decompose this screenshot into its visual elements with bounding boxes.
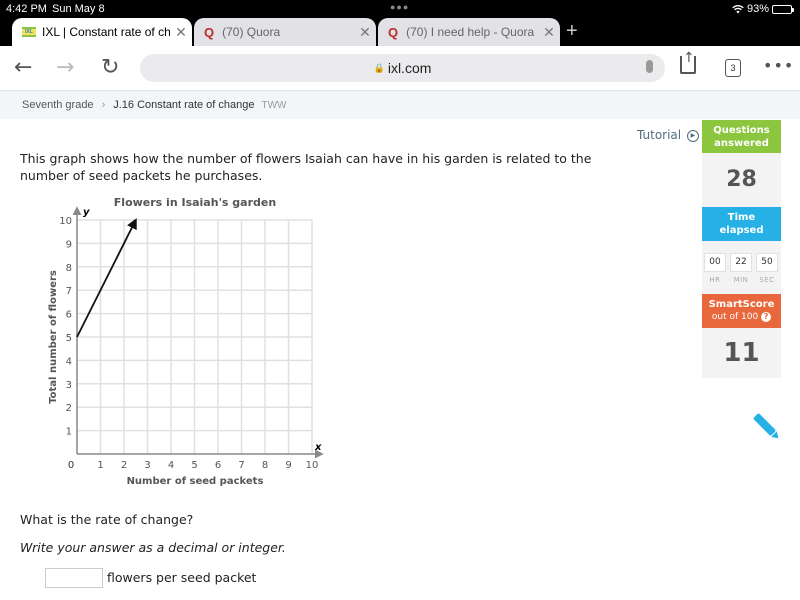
timer-seconds-label: SEC [759,276,775,284]
lock-icon: 🔒 [373,62,385,73]
timer-hours: 00 [704,253,726,272]
breadcrumb-skill: J.16 Constant rate of change [113,99,255,111]
close-tab-icon[interactable]: ✕ [170,24,192,41]
y-tick-label: 7 [66,286,72,297]
questions-answered-header: Questions answered [702,120,781,153]
smartscore-header: SmartScore out of 100 ? [702,294,781,328]
x-tick-label: 9 [285,460,291,471]
x-tick-label: 4 [168,460,174,471]
new-tab-button[interactable]: + [566,20,578,43]
tab-title: IXL | Constant rate of cha [42,25,170,39]
tab-bar: IXL IXL | Constant rate of cha ✕ Q (70) … [0,18,800,46]
x-tick-label: 10 [306,460,319,471]
x-tick-label: 7 [238,460,244,471]
multitask-dots-icon[interactable]: ●●● [390,2,409,12]
y-tick-label: 5 [66,333,72,344]
series-line-flowers [76,218,137,338]
y-tick-label: 3 [66,380,72,391]
help-icon[interactable]: ? [761,312,772,322]
battery-icon [772,4,794,14]
y-tick-label: 8 [66,263,72,274]
url-text: ixl.com [387,60,432,76]
answer-unit: flowers per seed packet [107,570,257,585]
breadcrumb: Seventh grade › J.16 Constant rate of ch… [0,91,800,119]
x-axis-label: Number of seed packets [127,476,264,487]
questions-answered-count: 28 [702,153,781,207]
question-text: This graph shows how the number of flowe… [20,151,592,183]
reload-button[interactable]: ↻ [101,55,119,80]
smartscore-label: SmartScore [708,299,775,310]
forward-button[interactable]: → [56,55,74,80]
share-button[interactable] [680,56,696,74]
ixl-favicon-icon: IXL [22,27,36,37]
tab-ixl[interactable]: IXL IXL | Constant rate of cha ✕ [12,18,192,46]
x-tick-label: 3 [144,460,150,471]
close-tab-icon[interactable]: ✕ [538,24,560,41]
tab-quora[interactable]: Q (70) Quora ✕ [194,18,376,46]
origin-label: 0 [68,460,74,471]
quora-favicon-icon: Q [204,24,215,40]
chart-title: Flowers in Isaiah's garden [114,196,276,209]
y-tick-label: 6 [66,310,72,321]
back-button[interactable]: ← [14,55,32,80]
y-tick-label: 4 [66,356,72,367]
timer: 00 22 50 HR MIN SEC [702,241,781,294]
status-date: Sun May 8 [52,3,105,15]
x-tick-label: 5 [191,460,197,471]
x-axis-letter: x [314,442,322,453]
tab-title: (70) I need help - Quora [406,25,535,39]
x-tick-label: 8 [262,460,268,471]
tab-quora-help[interactable]: Q (70) I need help - Quora ✕ [378,18,560,46]
chevron-right-icon: › [101,99,106,111]
tutorial-link[interactable]: Tutorial ▶ [637,128,699,142]
quora-favicon-icon: Q [388,24,399,40]
y-tick-label: 10 [59,216,72,227]
status-time: 4:42 PM [6,3,47,15]
answer-input[interactable] [45,568,103,588]
y-tick-label: 9 [66,239,72,250]
x-tick-label: 6 [215,460,221,471]
line-chart: Flowers in Isaiah's garden 1 2 3 4 5 6 7 8 9 10 1 2… [48,196,324,487]
time-elapsed-label: Time [727,212,756,223]
x-tick-label: 1 [97,460,103,471]
timer-minutes: 22 [730,253,752,272]
tab-count-button[interactable]: 3 [725,59,741,77]
status-bar: 4:42 PM Sun May 8 ●●● 93% [0,0,800,18]
battery-percent: 93% [746,3,769,15]
time-elapsed-label: elapsed [719,225,764,236]
timer-seconds: 50 [756,253,778,272]
skill-code: TWW [261,99,287,111]
microphone-icon[interactable] [646,60,653,73]
play-icon: ▶ [686,129,699,142]
smartscore-value: 11 [702,328,781,378]
x-tick-label: 2 [121,460,127,471]
questions-answered-label: answered [714,138,769,149]
timer-minutes-label: MIN [733,276,749,284]
more-menu-icon[interactable]: ••• [763,56,794,75]
wifi-icon [732,4,744,13]
timer-hours-label: HR [709,276,721,284]
address-bar[interactable]: 🔒 ixl.com [140,54,665,82]
browser-toolbar: ← → ↻ 🔒 ixl.com ↑ 3 ••• [0,46,800,91]
battery-status: 93% [732,3,794,15]
pencil-icon[interactable] [752,410,782,444]
question-prompt: What is the rate of change? [20,512,194,527]
tutorial-label: Tutorial [637,128,682,142]
close-tab-icon[interactable]: ✕ [354,24,376,41]
smartscore-sub: out of 100 [711,312,759,322]
y-axis-label: Total number of flowers [48,270,59,404]
breadcrumb-grade[interactable]: Seventh grade [22,99,94,111]
questions-answered-label: Questions [713,125,770,136]
time-elapsed-header: Time elapsed [702,207,781,241]
y-tick-label: 2 [66,403,72,414]
answer-instruction: Write your answer as a decimal or intege… [20,540,286,555]
y-tick-label: 1 [66,427,72,438]
y-axis-letter: y [83,207,90,218]
tab-title: (70) Quora [222,25,281,39]
